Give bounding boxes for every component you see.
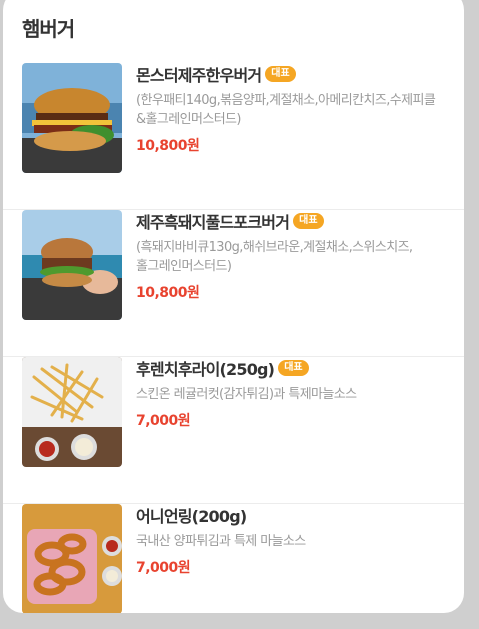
menu-item-price: 10,800원: [136, 138, 200, 154]
menu-item-photo: [22, 357, 122, 467]
menu-item-description: (흑돼지바비큐130g,해쉬브라운,계절채소,스위스치즈, 홀그레인머스터드): [136, 238, 464, 276]
signature-badge: 대표: [278, 360, 309, 376]
signature-badge: 대표: [293, 213, 324, 229]
menu-item-name: 어니언링(200g): [136, 507, 247, 526]
menu-item-description: (한우패티140g,볶음양파,계절채소,아메리칸치즈,수제피클 &홀그레인머스터…: [136, 91, 464, 129]
description-line: 스킨온 레귤러컷(감자튀김)과 특제마늘소스: [136, 387, 357, 402]
description-line: 홀그레인머스터드): [136, 259, 232, 274]
menu-item-pork-burger[interactable]: 제주흑돼지풀드포크버거 대표 (흑돼지바비큐130g,해쉬브라운,계절채소,스위…: [3, 210, 464, 357]
menu-item-price: 7,000원: [136, 560, 191, 576]
menu-item-french-fries[interactable]: 후렌치후라이(250g) 대표 스킨온 레귤러컷(감자튀김)과 특제마늘소스 7…: [3, 357, 464, 504]
description-line: (한우패티140g,볶음양파,계절채소,아메리칸치즈,수제피클: [136, 93, 436, 108]
menu-item-name: 후렌치후라이(250g): [136, 360, 275, 379]
section-title: 햄버거: [22, 17, 75, 41]
menu-item-photo: [22, 63, 122, 173]
menu-item-photo: [22, 210, 122, 320]
description-line: &홀그레인머스터드): [136, 112, 241, 127]
menu-item-name: 제주흑돼지풀드포크버거: [136, 213, 290, 232]
menu-item-photo: [22, 504, 122, 613]
menu-item-description: 스킨온 레귤러컷(감자튀김)과 특제마늘소스: [136, 385, 464, 404]
menu-item-price: 7,000원: [136, 413, 191, 429]
description-line: (흑돼지바비큐130g,해쉬브라운,계절채소,스위스치즈,: [136, 240, 413, 255]
menu-item-monster-burger[interactable]: 몬스터제주한우버거 대표 (한우패티140g,볶음양파,계절채소,아메리칸치즈,…: [3, 63, 464, 210]
signature-badge: 대표: [265, 66, 296, 82]
menu-item-description: 국내산 양파튀김과 특제 마늘소스: [136, 532, 464, 551]
description-line: 국내산 양파튀김과 특제 마늘소스: [136, 534, 306, 549]
menu-item-name: 몬스터제주한우버거: [136, 66, 262, 85]
menu-item-onion-rings[interactable]: 어니언링(200g) 국내산 양파튀김과 특제 마늘소스 7,000원: [3, 504, 464, 613]
menu-card: 햄버거 몬스터제주한우버거 대표 (한우패티140g,볶음양파,계절채소,아메리…: [3, 0, 464, 613]
menu-item-price: 10,800원: [136, 285, 200, 301]
